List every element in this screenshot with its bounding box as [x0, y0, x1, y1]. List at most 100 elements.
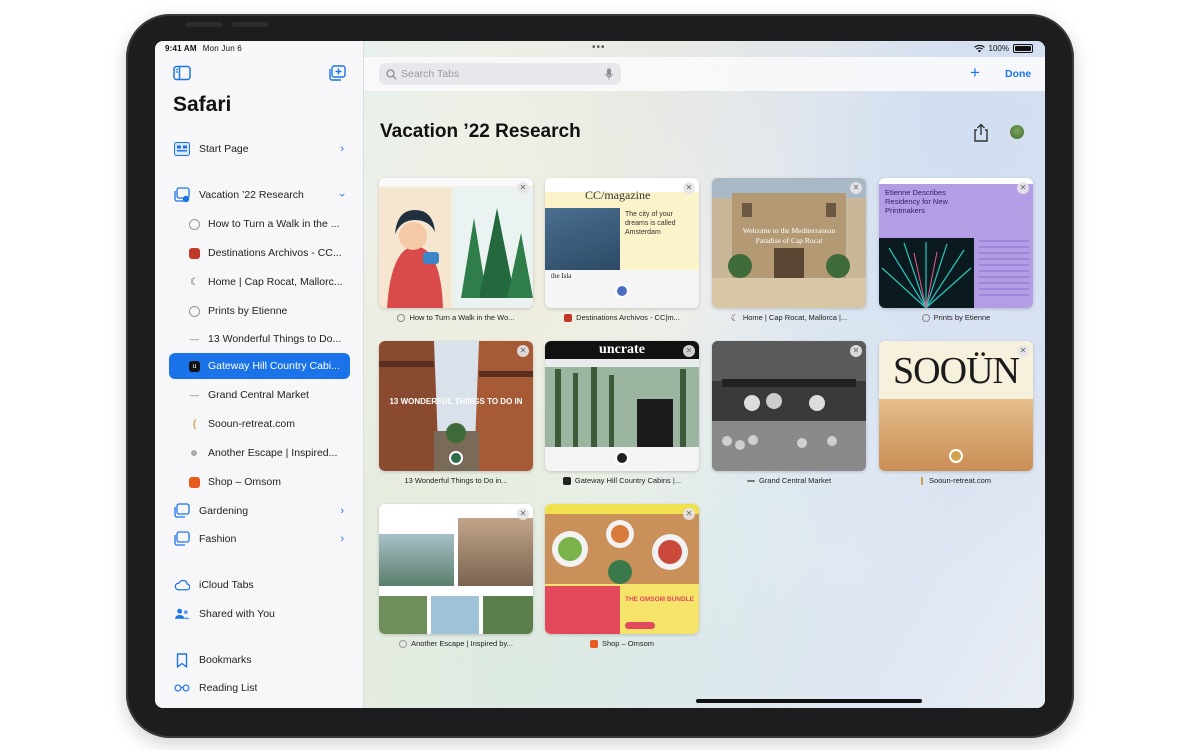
close-tab-button[interactable]: ✕ [517, 345, 529, 357]
sidebar-item-label: Vacation ’22 Research [199, 189, 304, 201]
avatar [949, 449, 963, 463]
site-favicon [562, 476, 571, 485]
tab-caption: Shop – Omsom [545, 639, 699, 648]
microphone-icon[interactable] [605, 68, 613, 80]
search-field[interactable] [379, 63, 621, 85]
tab-card[interactable]: 13 WONDERFUL THINGS TO DO IN ✕ 13 Wonder… [379, 341, 533, 485]
sidebar-item-tab[interactable]: Prints by Etienne [169, 298, 350, 324]
avatar [449, 451, 463, 465]
tab-card[interactable]: Etienne Describes Residency for New Prin… [879, 178, 1033, 322]
sidebar-item-label: iCloud Tabs [199, 579, 254, 591]
sidebar-item-tab-group-vacation[interactable]: Vacation ’22 Research › [169, 182, 350, 208]
tab-card[interactable]: CC/magazine The city of your dreams is c… [545, 178, 699, 322]
sidebar-item-tab[interactable]: — 13 Wonderful Things to Do... [169, 326, 350, 352]
site-favicon: u [189, 360, 200, 372]
close-tab-button[interactable]: ✕ [1017, 345, 1029, 357]
sidebar-item-label: Shop – Omsom [208, 476, 281, 488]
tab-thumbnail[interactable]: THE OMSOM BUNDLE ✕ [545, 504, 699, 634]
tab-card[interactable]: ✕ Grand Central Market [712, 341, 866, 485]
multitasking-dots-icon[interactable]: ••• [592, 43, 606, 53]
tab-thumbnail[interactable]: SOOÜN ✕ [879, 341, 1033, 471]
sidebar-item-tab[interactable]: Shop – Omsom [169, 469, 350, 495]
new-tab-group-icon[interactable] [328, 65, 346, 81]
sidebar-item-tab[interactable]: ( Sooun-retreat.com [169, 411, 350, 437]
tab-group-icon [174, 531, 190, 547]
storefront-photo [458, 518, 533, 586]
glasses-icon [174, 680, 190, 696]
avatar[interactable] [1009, 124, 1025, 140]
wifi-icon [973, 44, 985, 52]
sidebar-item-tab[interactable]: — Grand Central Market [169, 382, 350, 408]
tab-title: Another Escape | Inspired by... [411, 639, 513, 648]
new-tab-button[interactable]: + [970, 64, 980, 82]
tab-card[interactable]: ✕ How to Turn a Walk in the Wo... [379, 178, 533, 322]
hero-text: Welcome to the Mediterranean Paradise of… [742, 226, 836, 245]
tab-thumbnail[interactable]: Etienne Describes Residency for New Prin… [879, 178, 1033, 308]
hero-text: 13 WONDERFUL THINGS TO DO IN [389, 397, 523, 406]
site-favicon [589, 639, 598, 648]
close-tab-button[interactable]: ✕ [850, 182, 862, 194]
cloud-icon [174, 577, 190, 593]
chevron-right-icon: › [340, 143, 344, 155]
search-icon [386, 68, 397, 79]
tab-thumbnail[interactable]: ✕ [379, 504, 533, 634]
tab-thumbnail[interactable]: uncrate ✕ [545, 341, 699, 471]
tab-thumbnail[interactable]: ✕ [712, 341, 866, 471]
close-tab-button[interactable]: ✕ [1017, 182, 1029, 194]
tab-thumbnail[interactable]: CC/magazine The city of your dreams is c… [545, 178, 699, 308]
sidebar-item-tab[interactable]: Another Escape | Inspired... [169, 440, 350, 466]
sidebar-item-tab[interactable]: How to Turn a Walk in the ... [169, 211, 350, 237]
sidebar-item-label: Start Page [199, 143, 249, 155]
tab-card[interactable]: THE OMSOM BUNDLE ✕ Shop – Omsom [545, 504, 699, 648]
tab-card[interactable]: Welcome to the Mediterranean Paradise of… [712, 178, 866, 322]
text-lines [979, 240, 1029, 300]
tab-card[interactable]: ✕ Another Escape | Inspired by... [379, 504, 533, 648]
dot-icon [191, 450, 197, 456]
site-favicon [564, 313, 573, 322]
sidebar-item-tab-group-fashion[interactable]: Fashion › [169, 526, 350, 552]
sidebar-item-icloud-tabs[interactable]: iCloud Tabs [169, 572, 350, 598]
dash-icon: — [190, 390, 199, 400]
product-title: THE OMSOM BUNDLE [625, 596, 694, 603]
people-icon [174, 606, 190, 622]
site-favicon [189, 476, 200, 488]
sidebar-item-label: Bookmarks [199, 654, 252, 666]
tab-caption: Destinations Archivos - CC|m... [545, 313, 699, 322]
tab-title: Prints by Etienne [933, 313, 991, 322]
tab-thumbnail[interactable]: ✕ [379, 178, 533, 308]
close-tab-button[interactable]: ✕ [517, 182, 529, 194]
tab-card[interactable]: uncrate ✕ Gateway Hill Country Cabins |.… [545, 341, 699, 485]
site-favicon: ( [192, 418, 197, 430]
battery-icon [1013, 44, 1033, 53]
tab-title: Shop – Omsom [601, 639, 655, 648]
moon-icon: ☾ [190, 276, 199, 288]
chevron-right-icon: › [340, 533, 344, 545]
done-button[interactable]: Done [1005, 68, 1031, 80]
close-tab-button[interactable]: ✕ [850, 345, 862, 357]
tab-title: Destinations Archivos - CC|m... [576, 313, 680, 322]
chevron-right-icon: › [340, 505, 344, 517]
sidebar-item-start-page[interactable]: Start Page › [169, 136, 350, 162]
food-photo [545, 514, 699, 584]
search-input[interactable] [401, 68, 591, 80]
battery-percent: 100% [988, 44, 1009, 53]
close-tab-button[interactable]: ✕ [683, 182, 695, 194]
sidebar-toggle-icon[interactable] [173, 65, 191, 81]
tab-thumbnail[interactable]: Welcome to the Mediterranean Paradise of… [712, 178, 866, 308]
sidebar-item-tab[interactable]: Destinations Archivos - CC... [169, 240, 350, 266]
sidebar-item-tab-group-gardening[interactable]: Gardening › [169, 498, 350, 524]
share-icon[interactable] [972, 123, 990, 143]
sidebar-item-bookmarks[interactable]: Bookmarks [169, 647, 350, 673]
dash-icon: — [190, 334, 199, 344]
sidebar-item-reading-list[interactable]: Reading List [169, 675, 350, 701]
sidebar-item-tab-active[interactable]: u Gateway Hill Country Cabi... [169, 353, 350, 379]
sidebar-item-shared-with-you[interactable]: Shared with You [169, 601, 350, 627]
sidebar-item-tab[interactable]: ☾ Home | Cap Rocat, Mallorc... [169, 269, 350, 295]
close-tab-button[interactable]: ✕ [517, 508, 529, 520]
brand-text: the Isla [551, 272, 572, 280]
close-tab-button[interactable]: ✕ [683, 508, 695, 520]
sidebar-item-label: Gardening [199, 505, 249, 517]
tab-thumbnail[interactable]: 13 WONDERFUL THINGS TO DO IN ✕ [379, 341, 533, 471]
close-tab-button[interactable]: ✕ [683, 345, 695, 357]
tab-card[interactable]: SOOÜN ✕ Sooun-retreat.com [879, 341, 1033, 485]
